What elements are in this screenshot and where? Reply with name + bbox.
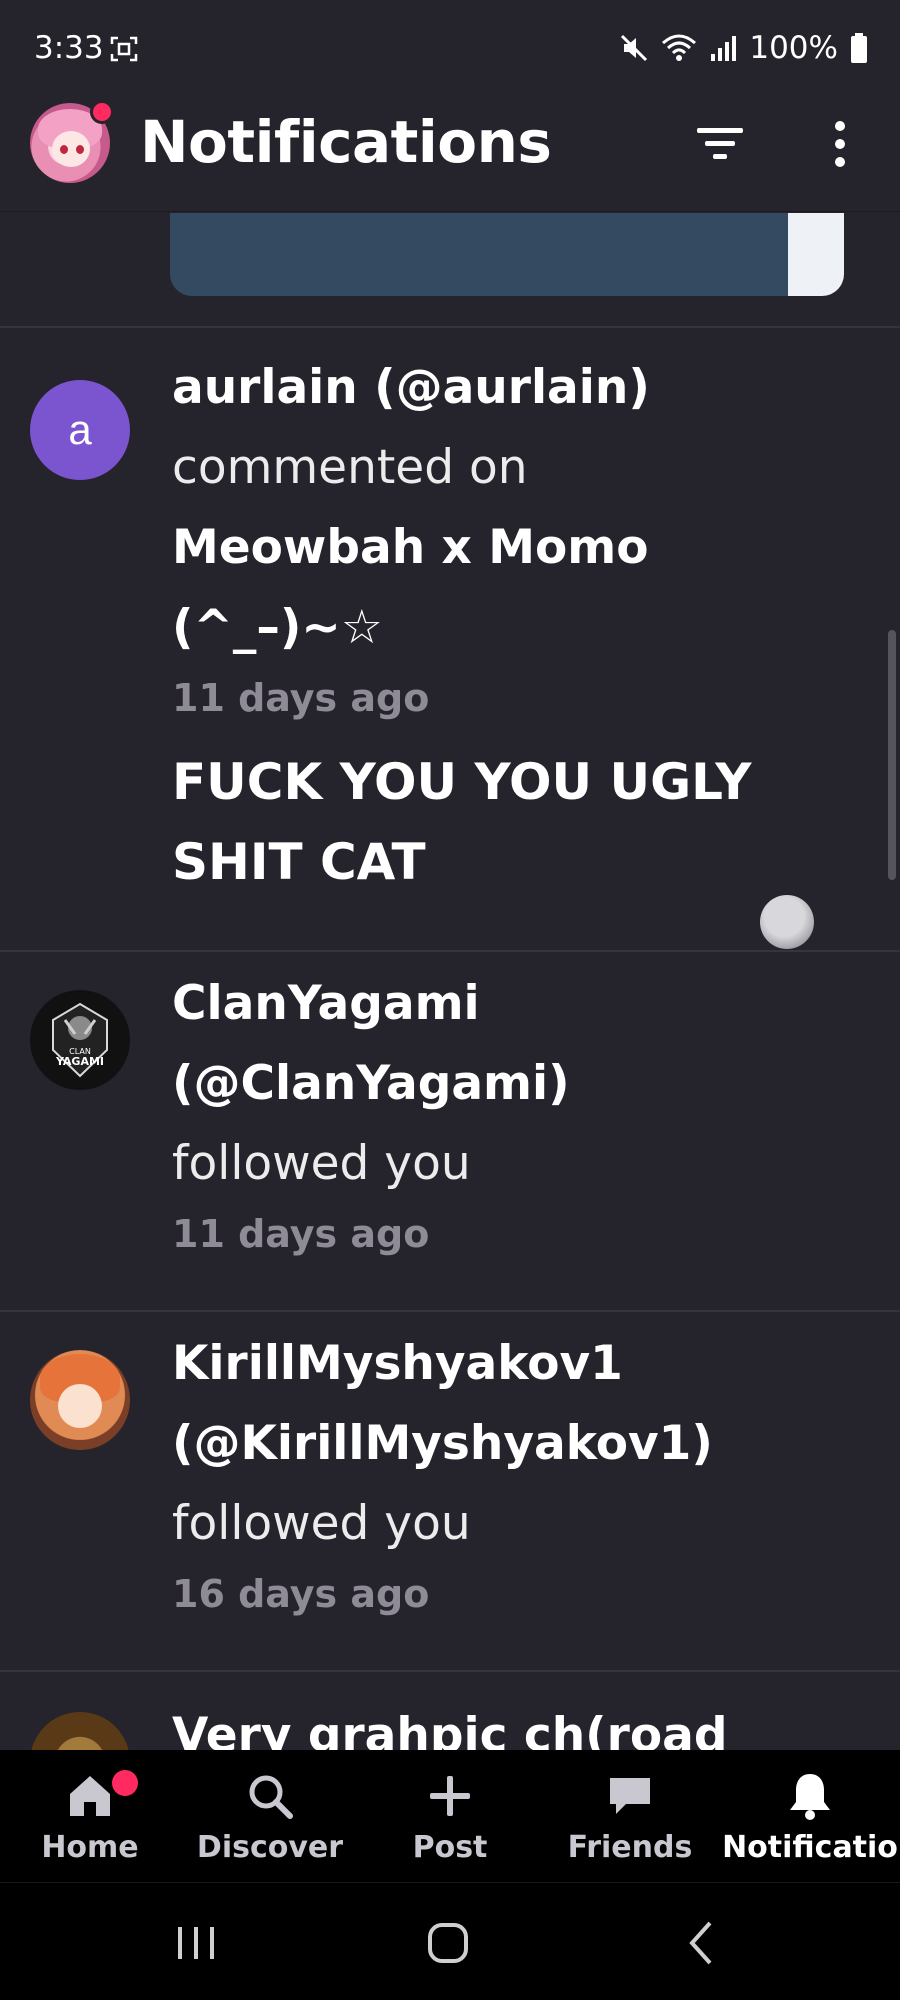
tab-friends[interactable]: Friends xyxy=(540,1750,720,1882)
status-time: 3:33 xyxy=(34,30,104,66)
tab-label: Discover xyxy=(196,1830,344,1865)
avatar-letter: a xyxy=(68,406,92,453)
comment-text-line-1: FUCK YOU YOU UGLY xyxy=(172,753,752,811)
tab-post[interactable]: Post xyxy=(360,1750,540,1882)
notification-target[interactable]: Meowbah x Momo xyxy=(172,508,862,588)
back-icon[interactable] xyxy=(672,1913,732,1973)
notification-target-continued[interactable]: (^_–)~☆ xyxy=(172,588,862,668)
user-avatar[interactable] xyxy=(30,1350,130,1450)
notification-user[interactable]: aurlain (@aurlain) xyxy=(172,348,862,428)
tab-discover[interactable]: Discover xyxy=(180,1750,360,1882)
chat-bubble-icon xyxy=(610,1778,650,1814)
tab-label: Notificatio xyxy=(722,1830,898,1865)
system-navigation-bar xyxy=(0,1882,900,2000)
battery-percent: 100% xyxy=(749,30,838,66)
plus-icon xyxy=(430,1776,470,1816)
notification-user-handle[interactable]: (@ClanYagami) xyxy=(172,1044,862,1124)
filter-icon[interactable] xyxy=(695,124,745,164)
user-avatar[interactable]: a xyxy=(30,380,130,480)
user-avatar[interactable]: CLAN YAGAMI xyxy=(30,990,130,1090)
notification-time: 16 days ago xyxy=(172,1572,430,1616)
tab-notifications[interactable]: Notificatio xyxy=(720,1750,900,1882)
clan-emblem-icon: CLAN YAGAMI xyxy=(52,1002,108,1078)
notification-item-partial[interactable]: Very grahpic ch(road xyxy=(0,1672,900,1750)
recent-apps-icon[interactable] xyxy=(166,1913,226,1973)
screen-record-icon xyxy=(110,36,138,62)
tab-label: Home xyxy=(41,1830,139,1865)
home-notification-dot xyxy=(112,1770,138,1796)
notification-user[interactable]: ClanYagami xyxy=(172,964,862,1044)
signal-icon xyxy=(711,36,737,61)
tab-home[interactable]: Home xyxy=(0,1750,180,1882)
app-header: Notifications xyxy=(0,100,900,212)
notification-time: 11 days ago xyxy=(172,1212,430,1256)
notification-action: commented on xyxy=(172,440,528,495)
comment-text-line-2: SHIT CAT xyxy=(172,833,426,891)
search-icon xyxy=(249,1775,293,1819)
notification-list[interactable]: a aurlain (@aurlain) commented on Meowba… xyxy=(0,213,900,1750)
scrollbar[interactable] xyxy=(888,630,896,880)
tab-label: Friends xyxy=(567,1830,693,1865)
notification-action: followed you xyxy=(172,1136,471,1191)
touch-indicator xyxy=(760,895,814,949)
mute-icon xyxy=(621,34,648,62)
status-bar: 3:33 100% xyxy=(0,0,900,100)
more-vert-icon[interactable] xyxy=(820,120,860,168)
notification-time: 11 days ago xyxy=(172,676,430,720)
battery-icon xyxy=(851,33,867,63)
previous-notification-preview[interactable] xyxy=(170,213,844,296)
notification-user[interactable]: KirillMyshyakov1 xyxy=(172,1324,862,1404)
wifi-icon xyxy=(662,34,697,61)
svg-text:YAGAMI: YAGAMI xyxy=(55,1055,104,1068)
profile-notification-dot xyxy=(90,100,114,124)
tab-label: Post xyxy=(412,1830,488,1865)
notification-user-handle[interactable]: (@KirillMyshyakov1) xyxy=(172,1404,862,1484)
notification-action: followed you xyxy=(172,1496,471,1551)
bottom-navigation: Home Discover Post Friends Notificatio xyxy=(0,1750,900,1882)
user-avatar[interactable] xyxy=(30,1712,130,1750)
notification-item-follow[interactable]: CLAN YAGAMI ClanYagami (@ClanYagami) fol… xyxy=(0,952,900,1312)
bell-icon xyxy=(790,1774,830,1820)
home-button-icon[interactable] xyxy=(418,1913,478,1973)
page-title: Notifications xyxy=(140,108,552,176)
notification-item-follow[interactable]: KirillMyshyakov1 (@KirillMyshyakov1) fol… xyxy=(0,1312,900,1672)
home-icon xyxy=(70,1776,110,1816)
notification-title[interactable]: Very grahpic ch(road xyxy=(172,1696,862,1750)
